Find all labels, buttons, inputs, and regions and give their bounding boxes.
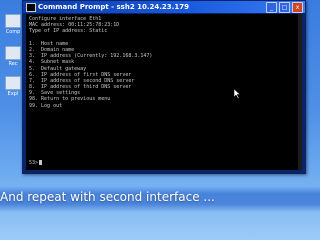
console-scrollbar[interactable]	[298, 14, 302, 170]
window-title: Command Prompt - ssh2 10.24.23.179	[38, 3, 189, 11]
recycle-bin-icon	[5, 46, 21, 60]
close-button[interactable]: x	[292, 2, 303, 13]
console-line: 99. Log out	[29, 102, 63, 109]
window-titlebar[interactable]: Command Prompt - ssh2 10.24.23.179 _ □ x	[23, 1, 305, 13]
text-cursor	[39, 160, 43, 165]
desktop-icon-explorer[interactable]: Expl	[2, 76, 24, 97]
computer-icon	[5, 14, 21, 28]
desktop-icon-label: Expl	[7, 91, 19, 97]
mouse-pointer-icon	[233, 89, 241, 99]
minimize-button[interactable]: _	[266, 2, 277, 13]
desktop-icon-label: Comp	[5, 29, 21, 35]
prompt-text: 53>	[29, 160, 39, 166]
video-caption: And repeat with second interface ...	[0, 190, 215, 204]
desktop-icon-label: Rec	[8, 61, 18, 67]
explorer-icon	[5, 76, 21, 90]
console-output[interactable]: Configure interface Eth1 MAC address: 00:…	[26, 14, 302, 170]
console-text: Configure interface Eth1 MAC address: 00:…	[26, 14, 302, 111]
desktop-icon-computer[interactable]: Comp	[2, 14, 24, 35]
command-prompt-window[interactable]: Command Prompt - ssh2 10.24.23.179 _ □ x…	[22, 0, 306, 174]
terminal-icon	[26, 3, 36, 12]
maximize-button[interactable]: □	[279, 2, 290, 13]
desktop-icon-recycle[interactable]: Rec	[2, 46, 24, 67]
console-prompt[interactable]: 53>	[29, 160, 43, 166]
